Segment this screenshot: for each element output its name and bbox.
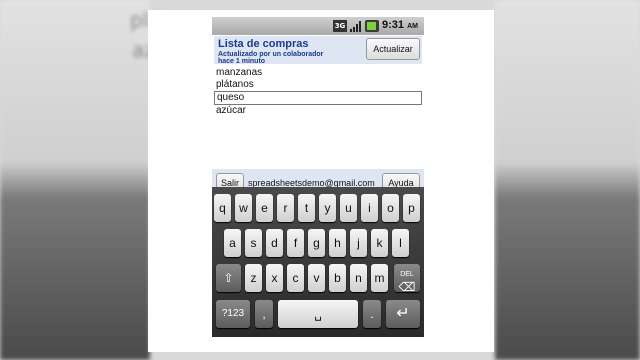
key-x[interactable]: x bbox=[266, 264, 283, 292]
key-r[interactable]: r bbox=[277, 194, 294, 222]
update-button[interactable]: Actualizar bbox=[366, 38, 420, 60]
list-item[interactable]: manzanas bbox=[214, 67, 422, 79]
space-icon: ␣ bbox=[314, 307, 322, 321]
space-key[interactable]: ␣ bbox=[278, 300, 358, 328]
enter-key[interactable]: ↵ bbox=[386, 300, 420, 328]
enter-icon: ↵ bbox=[396, 305, 410, 322]
key-v[interactable]: v bbox=[308, 264, 325, 292]
key-u[interactable]: u bbox=[340, 194, 357, 222]
key-p[interactable]: p bbox=[403, 194, 420, 222]
key-w[interactable]: w bbox=[235, 194, 252, 222]
status-bar: 3G 9:31 AM bbox=[212, 17, 424, 35]
clock: 9:31 AM bbox=[382, 19, 418, 31]
key-o[interactable]: o bbox=[382, 194, 399, 222]
key-d[interactable]: d bbox=[266, 229, 283, 257]
key-c[interactable]: c bbox=[287, 264, 304, 292]
key-e[interactable]: e bbox=[256, 194, 273, 222]
key-b[interactable]: b bbox=[329, 264, 346, 292]
signal-icon bbox=[349, 20, 363, 32]
key-t[interactable]: t bbox=[298, 194, 315, 222]
period-key[interactable]: . bbox=[363, 300, 381, 328]
shopping-list: manzanas plátanos queso azúcar bbox=[214, 67, 422, 117]
list-item[interactable]: azúcar bbox=[214, 105, 422, 117]
list-title: Lista de compras bbox=[218, 38, 309, 50]
key-y[interactable]: y bbox=[319, 194, 336, 222]
shift-key-icon[interactable]: ⇧ bbox=[216, 264, 241, 292]
key-q[interactable]: q bbox=[214, 194, 231, 222]
key-s[interactable]: s bbox=[245, 229, 262, 257]
key-z[interactable]: z bbox=[245, 264, 262, 292]
key-g[interactable]: g bbox=[308, 229, 325, 257]
key-a[interactable]: a bbox=[224, 229, 241, 257]
backspace-icon: ⌫ bbox=[398, 280, 416, 294]
key-l[interactable]: l bbox=[392, 229, 409, 257]
key-k[interactable]: k bbox=[371, 229, 388, 257]
battery-icon bbox=[365, 20, 379, 32]
key-i[interactable]: i bbox=[361, 194, 378, 222]
comma-key[interactable]: , bbox=[255, 300, 273, 328]
app-content: Lista de compras Actualizado por un cola… bbox=[212, 35, 424, 197]
key-h[interactable]: h bbox=[329, 229, 346, 257]
key-f[interactable]: f bbox=[287, 229, 304, 257]
network-3g-icon: 3G bbox=[333, 20, 347, 32]
list-item-input[interactable]: queso bbox=[214, 91, 422, 105]
list-item[interactable]: plátanos bbox=[214, 79, 422, 91]
update-status: Actualizado por un colaborador hace 1 mi… bbox=[218, 51, 324, 65]
phone-screen: 3G 9:31 AM Lista de compras Actualizado … bbox=[212, 17, 424, 337]
delete-key[interactable]: DEL ⌫ bbox=[394, 264, 420, 294]
onscreen-keyboard: q w e r t y u i o p a s d f g h j k l ⇧ … bbox=[212, 187, 424, 337]
key-j[interactable]: j bbox=[350, 229, 367, 257]
blurred-background-left: plátanos az bbox=[0, 0, 216, 360]
symbols-key[interactable]: ?123 bbox=[216, 300, 250, 328]
key-n[interactable]: n bbox=[350, 264, 367, 292]
delete-label: DEL bbox=[400, 271, 414, 278]
key-m[interactable]: m bbox=[371, 264, 388, 292]
blurred-background-right bbox=[495, 0, 640, 360]
